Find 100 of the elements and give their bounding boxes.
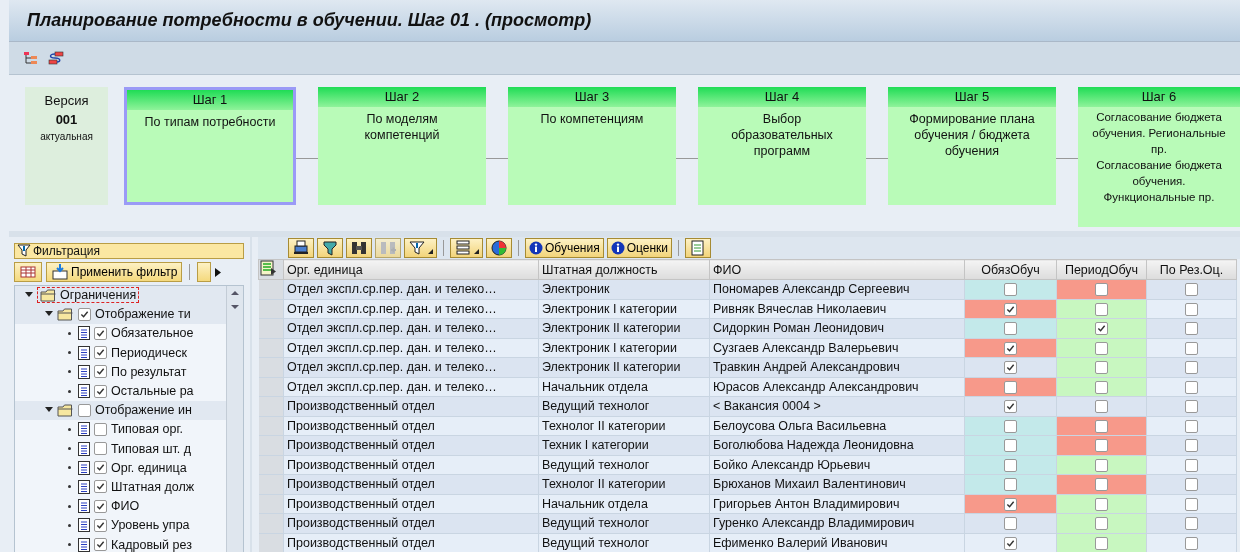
- step-card[interactable]: Шаг 1 По типам потребности: [124, 87, 296, 205]
- checkbox[interactable]: [1095, 302, 1108, 316]
- checkbox[interactable]: [94, 499, 107, 513]
- checkbox[interactable]: [1004, 400, 1017, 414]
- checkbox[interactable]: [1004, 536, 1017, 550]
- checkbox[interactable]: [1004, 419, 1017, 433]
- checkbox[interactable]: [1004, 517, 1017, 531]
- checkbox[interactable]: [1004, 341, 1017, 355]
- checkbox[interactable]: [1095, 497, 1108, 511]
- table-button[interactable]: [14, 262, 42, 282]
- step-card[interactable]: Шаг 6 Согласование бюджета обучения. Региональные пр. Согласование бюджета обучения. Функциональные пр.: [1078, 87, 1240, 227]
- checkbox[interactable]: [1185, 322, 1198, 336]
- tree-root-item[interactable]: Ограничения: [37, 287, 140, 304]
- checkbox[interactable]: [1185, 439, 1198, 453]
- checkbox[interactable]: [1004, 302, 1017, 316]
- column-header[interactable]: ПериодОбуч: [1056, 259, 1147, 280]
- checkbox[interactable]: [1185, 458, 1198, 472]
- tree-item-label[interactable]: Остальные ра: [111, 384, 194, 399]
- pie-chart-button[interactable]: [486, 238, 512, 258]
- step-card[interactable]: Шаг 2 По моделям компетенций: [318, 87, 486, 205]
- link-icon[interactable]: [47, 51, 65, 65]
- info-icon: [529, 241, 543, 255]
- tree-item-label[interactable]: Уровень упра: [111, 518, 190, 533]
- tree-item-label[interactable]: Орг. единица: [111, 460, 187, 475]
- tree-item-label[interactable]: Кадровый рез: [111, 537, 192, 552]
- checkbox[interactable]: [1185, 302, 1198, 316]
- step-card[interactable]: Шаг 4 Выбор образовательных программ: [698, 87, 866, 205]
- checkbox[interactable]: [1095, 536, 1108, 550]
- info-button[interactable]: Оценки: [606, 238, 673, 258]
- column-header[interactable]: Орг. единица: [283, 259, 539, 280]
- checkbox[interactable]: [1004, 322, 1017, 336]
- checkbox[interactable]: [94, 480, 107, 494]
- expand-arrow-icon[interactable]: [25, 292, 33, 299]
- checkbox[interactable]: [94, 326, 107, 340]
- checkbox[interactable]: [94, 518, 107, 532]
- checkbox[interactable]: [78, 307, 91, 321]
- spreadsheet-button[interactable]: [685, 238, 712, 258]
- expand-arrow-icon[interactable]: [45, 407, 53, 414]
- column-header[interactable]: ФИО: [709, 259, 965, 280]
- checkbox[interactable]: [94, 461, 107, 475]
- column-header[interactable]: ОбязОбуч: [964, 259, 1057, 280]
- hierarchy-icon[interactable]: [23, 51, 39, 65]
- checkbox[interactable]: [94, 346, 107, 360]
- checkbox[interactable]: [1095, 380, 1108, 394]
- checkbox[interactable]: [78, 403, 91, 417]
- select-all-icon[interactable]: [259, 260, 277, 276]
- checkbox[interactable]: [1004, 380, 1017, 394]
- checkbox[interactable]: [1185, 497, 1198, 511]
- checkbox[interactable]: [1185, 380, 1198, 394]
- checkbox[interactable]: [1095, 361, 1108, 375]
- column-header[interactable]: По Рез.Оц.: [1146, 259, 1237, 280]
- step-card[interactable]: Шаг 3 По компетенциям: [508, 87, 676, 205]
- checkbox[interactable]: [1185, 361, 1198, 375]
- checkbox[interactable]: [94, 442, 107, 456]
- checkbox[interactable]: [1004, 478, 1017, 492]
- checkbox[interactable]: [1095, 322, 1108, 336]
- apply-filter-button[interactable]: Применить фильтр: [46, 262, 183, 282]
- tree-item-label[interactable]: По результат: [111, 364, 187, 379]
- layout-button[interactable]: [450, 238, 483, 258]
- tree-item-label[interactable]: Типовая шт. д: [111, 441, 192, 456]
- checkbox[interactable]: [94, 384, 107, 398]
- checkbox[interactable]: [1185, 517, 1198, 531]
- column-header[interactable]: Штатная должность: [538, 259, 710, 280]
- checkbox[interactable]: [94, 538, 107, 552]
- checkbox[interactable]: [1004, 361, 1017, 375]
- checkbox[interactable]: [1095, 400, 1108, 414]
- checkbox[interactable]: [1095, 458, 1108, 472]
- scrollbar[interactable]: [226, 286, 243, 552]
- checkbox[interactable]: [1095, 419, 1108, 433]
- checkbox[interactable]: [1095, 517, 1108, 531]
- info-icon: [610, 241, 625, 255]
- info-button[interactable]: Обучения: [525, 238, 604, 258]
- tree-item-label[interactable]: Штатная долж: [111, 479, 195, 494]
- tree-item-label[interactable]: ФИО: [111, 499, 140, 514]
- checkbox[interactable]: [1095, 341, 1108, 355]
- checkbox[interactable]: [1095, 478, 1108, 492]
- checkbox[interactable]: [1185, 536, 1198, 550]
- checkbox[interactable]: [1185, 283, 1198, 297]
- expand-arrow-icon[interactable]: [45, 311, 53, 318]
- checkbox[interactable]: [94, 365, 107, 379]
- print-button[interactable]: [288, 238, 314, 258]
- checkbox[interactable]: [1185, 400, 1198, 414]
- checkbox[interactable]: [1004, 497, 1017, 511]
- funnel-button[interactable]: [317, 238, 343, 258]
- more-arrow-icon[interactable]: [215, 267, 222, 277]
- checkbox[interactable]: [1185, 478, 1198, 492]
- tree-item-label[interactable]: Периодическ: [111, 345, 187, 360]
- checkbox[interactable]: [94, 422, 107, 436]
- checkbox[interactable]: [1095, 439, 1108, 453]
- checkbox[interactable]: [1004, 458, 1017, 472]
- checkbox[interactable]: [1004, 283, 1017, 297]
- checkbox[interactable]: [1095, 283, 1108, 297]
- checkbox[interactable]: [1004, 439, 1017, 453]
- tree-item-label[interactable]: Обязательное: [111, 326, 194, 341]
- checkbox[interactable]: [1185, 341, 1198, 355]
- filter-button[interactable]: [404, 238, 437, 258]
- tree-item-label[interactable]: Типовая орг.: [111, 422, 183, 437]
- checkbox[interactable]: [1185, 419, 1198, 433]
- tree-bullet-icon: [68, 351, 71, 355]
- step-card[interactable]: Шаг 5 Формирование плана обучения / бюджета обучения: [888, 87, 1056, 205]
